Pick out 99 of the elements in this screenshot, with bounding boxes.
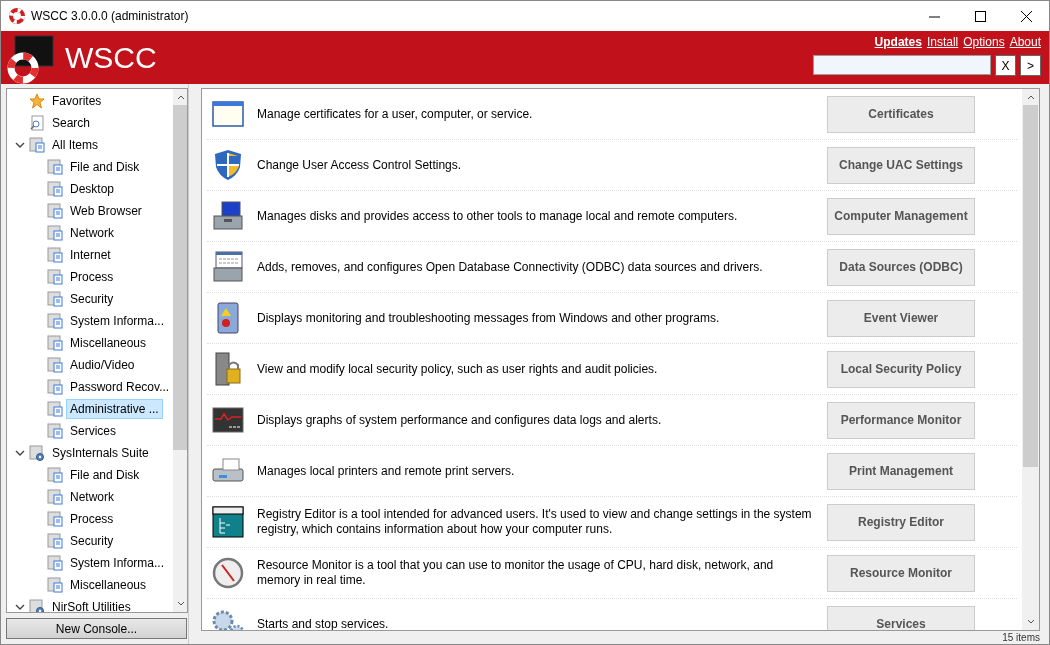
tool-button[interactable]: Registry Editor: [827, 503, 975, 541]
header-link[interactable]: Install: [926, 35, 959, 49]
tool-button[interactable]: Event Viewer: [827, 299, 975, 337]
tree-item[interactable]: Network: [66, 487, 118, 507]
search-field[interactable]: [813, 55, 991, 75]
document-icon: [47, 511, 63, 527]
printer-icon: [211, 457, 245, 485]
header-link[interactable]: About: [1009, 35, 1041, 49]
tree-item[interactable]: Search: [48, 113, 95, 133]
tool-button[interactable]: Resource Monitor: [827, 554, 975, 592]
tree-item[interactable]: Security: [66, 289, 118, 309]
graph-monitor-icon: [212, 407, 244, 433]
tool-description: Manages disks and provides access to other tools to manage local and remote computers.: [256, 208, 739, 224]
tool-button[interactable]: Computer Management: [827, 197, 975, 235]
tool-button[interactable]: Data Sources (ODBC): [827, 248, 975, 286]
tree-item[interactable]: Favorites: [48, 91, 106, 111]
logo-drawing: [5, 34, 55, 84]
chevron-icon[interactable]: [15, 449, 25, 457]
tool-description: Registry Editor is a tool intended for advanced users. It's used to view and change settings in the system registry, which contains information about how your computer runs.: [256, 507, 813, 537]
tree-item[interactable]: Audio/Video: [66, 355, 139, 375]
tree-item[interactable]: Miscellaneous: [66, 575, 151, 595]
tree-item[interactable]: File and Disk: [66, 157, 144, 177]
document-icon: [47, 291, 63, 307]
tree-item[interactable]: Network: [66, 223, 118, 243]
document-icon: [47, 533, 63, 549]
new-console-button[interactable]: New Console...: [6, 618, 187, 639]
shield-icon: [213, 149, 243, 181]
tool-description: Manage certificates for a user, computer, or service.: [256, 106, 534, 122]
toolbox-table-icon: [212, 251, 244, 283]
document-icon: [47, 467, 63, 483]
window-icon: [212, 101, 244, 127]
scrollbar[interactable]: [1022, 89, 1039, 630]
tool-button[interactable]: Performance Monitor: [827, 401, 975, 439]
tree-item[interactable]: Administrative ...: [66, 399, 163, 419]
tool-description: Displays graphs of system performance and configures data logs and alerts.: [256, 412, 663, 428]
document-icon: [47, 401, 63, 417]
registry-editor-icon: [212, 506, 244, 538]
document-icon: [47, 247, 63, 263]
tree-item[interactable]: SysInternals Suite: [48, 443, 153, 463]
document-icon: [47, 555, 63, 571]
document-icon: [47, 159, 63, 175]
window-title: WSCC 3.0.0.0 (administrator): [31, 9, 190, 23]
tree-item[interactable]: Process: [66, 509, 118, 529]
toolbox-monitor-icon: [212, 200, 244, 232]
document-icon: [47, 357, 63, 373]
gear-document-icon: [29, 445, 45, 461]
item-count: 15 items: [1002, 632, 1040, 643]
tool-description: Resource Monitor is a tool that you can use to monitor the usage of CPU, hard disk, network, and memory in real time.: [256, 558, 775, 588]
document-icon: [47, 577, 63, 593]
tree-item[interactable]: Security: [66, 531, 118, 551]
header-link[interactable]: Updates: [874, 35, 922, 49]
app-title: WSCC: [65, 40, 157, 75]
document-icon: [47, 181, 63, 197]
tree-item[interactable]: Desktop: [66, 179, 119, 199]
tool-description: Adds, removes, and configures Open Database Connectivity (ODBC) data sources and drivers.: [256, 259, 764, 275]
tool-description: Change User Access Control Settings.: [256, 157, 463, 173]
tool-button[interactable]: Print Management: [827, 452, 975, 490]
document-icon: [47, 313, 63, 329]
tree-item[interactable]: Services: [66, 421, 120, 441]
lifebuoy-icon: [9, 8, 25, 24]
tool-description: Manages local printers and remote print servers.: [256, 463, 516, 479]
tree-item[interactable]: File and Disk: [66, 465, 144, 485]
tool-description: Displays monitoring and troubleshooting messages from Windows and other programs.: [256, 310, 721, 326]
document-icon: [47, 203, 63, 219]
tree-item[interactable]: Process: [66, 267, 118, 287]
tree-item[interactable]: Web Browser: [66, 201, 146, 221]
document-icon: [47, 269, 63, 285]
maximize-icon: [974, 10, 986, 22]
document-icon: [47, 225, 63, 241]
go-button[interactable]: >: [1020, 55, 1041, 76]
tree-item[interactable]: All Items: [48, 135, 102, 155]
tree-item[interactable]: System Informa...: [66, 311, 169, 331]
tool-button[interactable]: Services: [827, 605, 975, 630]
document-icon: [47, 423, 63, 439]
clear-button[interactable]: X: [995, 55, 1016, 76]
tree-item[interactable]: NirSoft Utilities: [48, 597, 135, 612]
document-icon: [47, 489, 63, 505]
tool-button[interactable]: Change UAC Settings: [827, 146, 975, 184]
star-icon: [29, 93, 45, 109]
document-icon: [47, 335, 63, 351]
tree-item[interactable]: Miscellaneous: [66, 333, 151, 353]
document-icon: [29, 137, 45, 153]
close-icon: [1020, 10, 1032, 22]
tree-item[interactable]: Password Recov...: [66, 377, 174, 397]
search-icon: [29, 115, 45, 131]
tool-button[interactable]: Local Security Policy: [827, 350, 975, 388]
header-link[interactable]: Options: [963, 35, 1005, 49]
scrollbar[interactable]: [173, 89, 187, 612]
log-book-icon: [214, 302, 242, 334]
chevron-icon[interactable]: [15, 603, 25, 611]
tool-description: Starts and stop services.: [256, 616, 390, 630]
tool-description: View and modify local security policy, such as user rights and audit policies.: [256, 361, 659, 377]
tool-button[interactable]: Certificates: [827, 95, 975, 133]
tree-item[interactable]: Internet: [66, 245, 115, 265]
chevron-icon[interactable]: [15, 141, 25, 149]
gauge-icon: [212, 557, 244, 589]
tree-item[interactable]: System Informa...: [66, 553, 169, 573]
server-lock-icon: [213, 352, 243, 386]
document-icon: [47, 379, 63, 395]
